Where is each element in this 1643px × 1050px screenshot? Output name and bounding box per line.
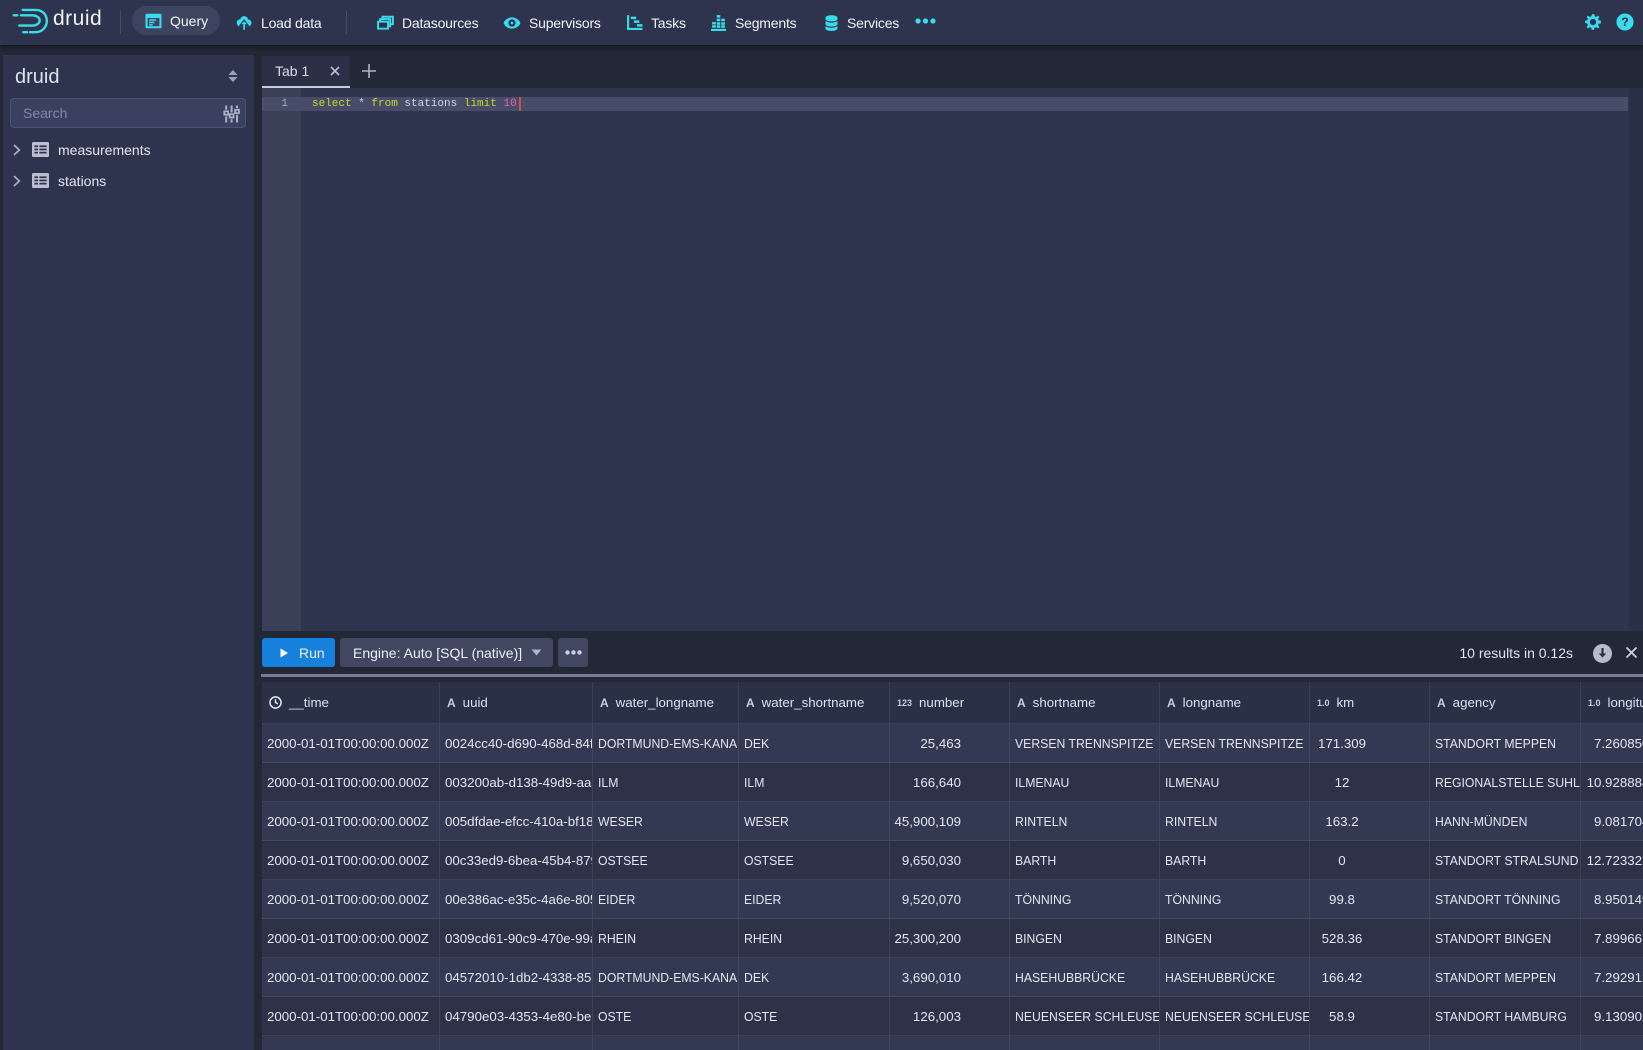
svg-text:?: ? [1621,15,1629,29]
